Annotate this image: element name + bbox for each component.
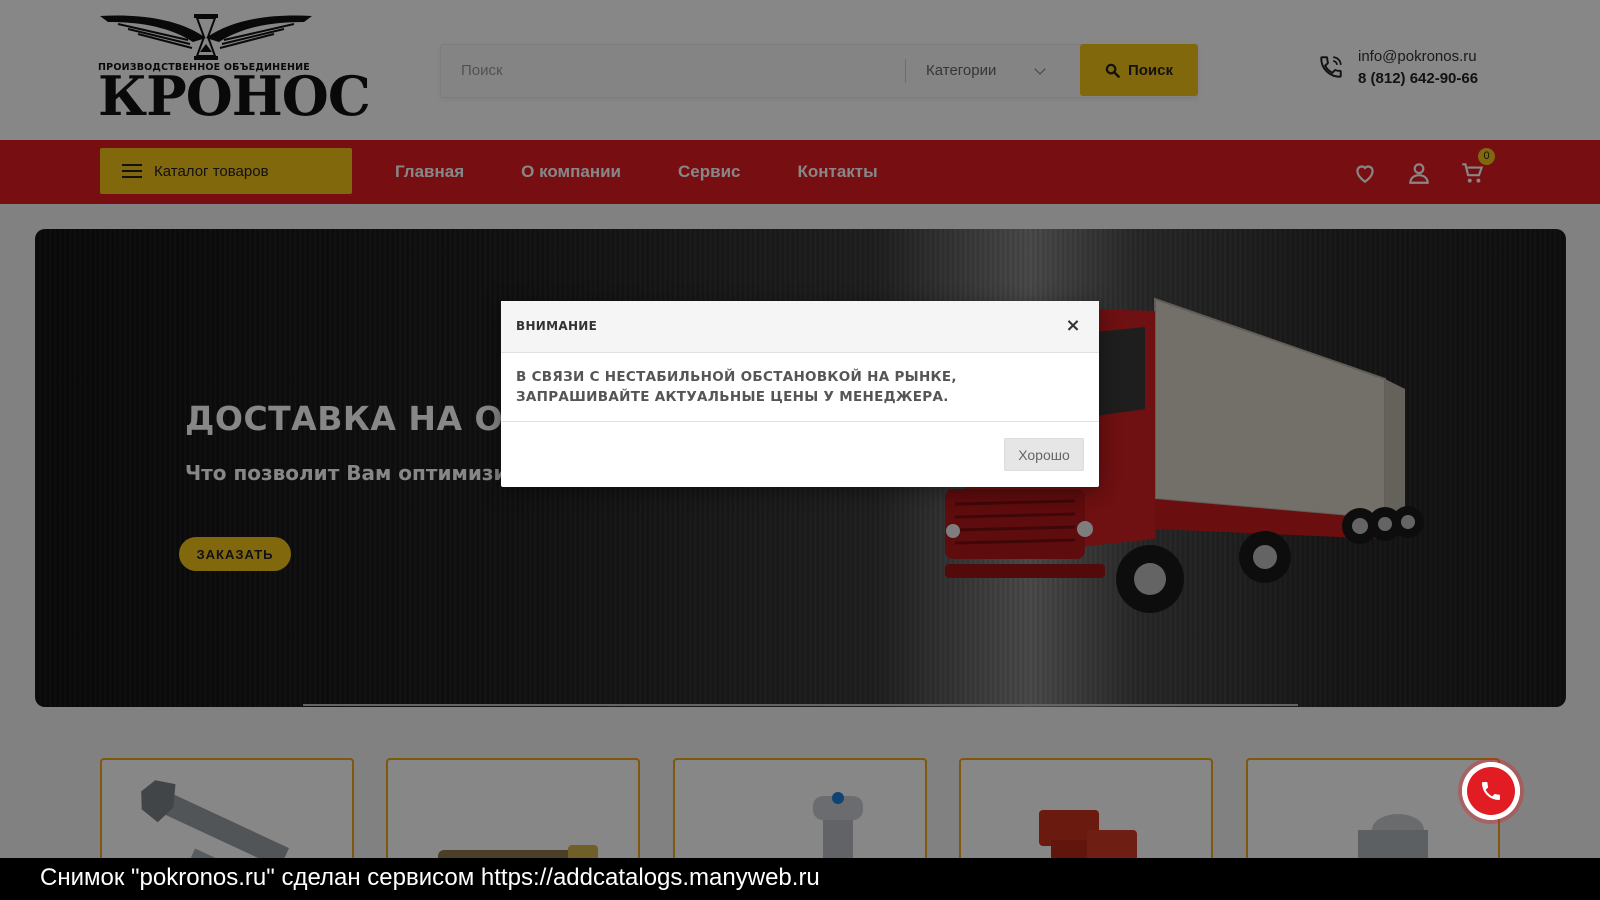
call-icon [1482, 782, 1500, 800]
attention-modal: ВНИМАНИЕ × В СВЯЗИ С НЕСТАБИЛЬНОЙ ОБСТАН… [501, 301, 1099, 487]
modal-header: ВНИМАНИЕ × [501, 301, 1099, 353]
ok-button[interactable]: Хорошо [1004, 438, 1084, 471]
callback-button[interactable] [1462, 762, 1520, 820]
screenshot-watermark-bar: Снимок "pokronos.ru" сделан сервисом htt… [0, 858, 1600, 900]
watermark-text: Снимок "pokronos.ru" сделан сервисом htt… [40, 864, 820, 891]
modal-divider [501, 421, 1099, 422]
modal-message: В СВЯЗИ С НЕСТАБИЛЬНОЙ ОБСТАНОВКОЙ НА РЫ… [516, 369, 957, 405]
modal-title: ВНИМАНИЕ [516, 319, 598, 333]
page: ПРОИЗВОДСТВЕННОЕ ОБЪЕДИНЕНИЕ КРОНОС Кате… [0, 0, 1600, 900]
callback-button-circle [1467, 767, 1515, 815]
close-icon[interactable]: × [1063, 315, 1083, 337]
